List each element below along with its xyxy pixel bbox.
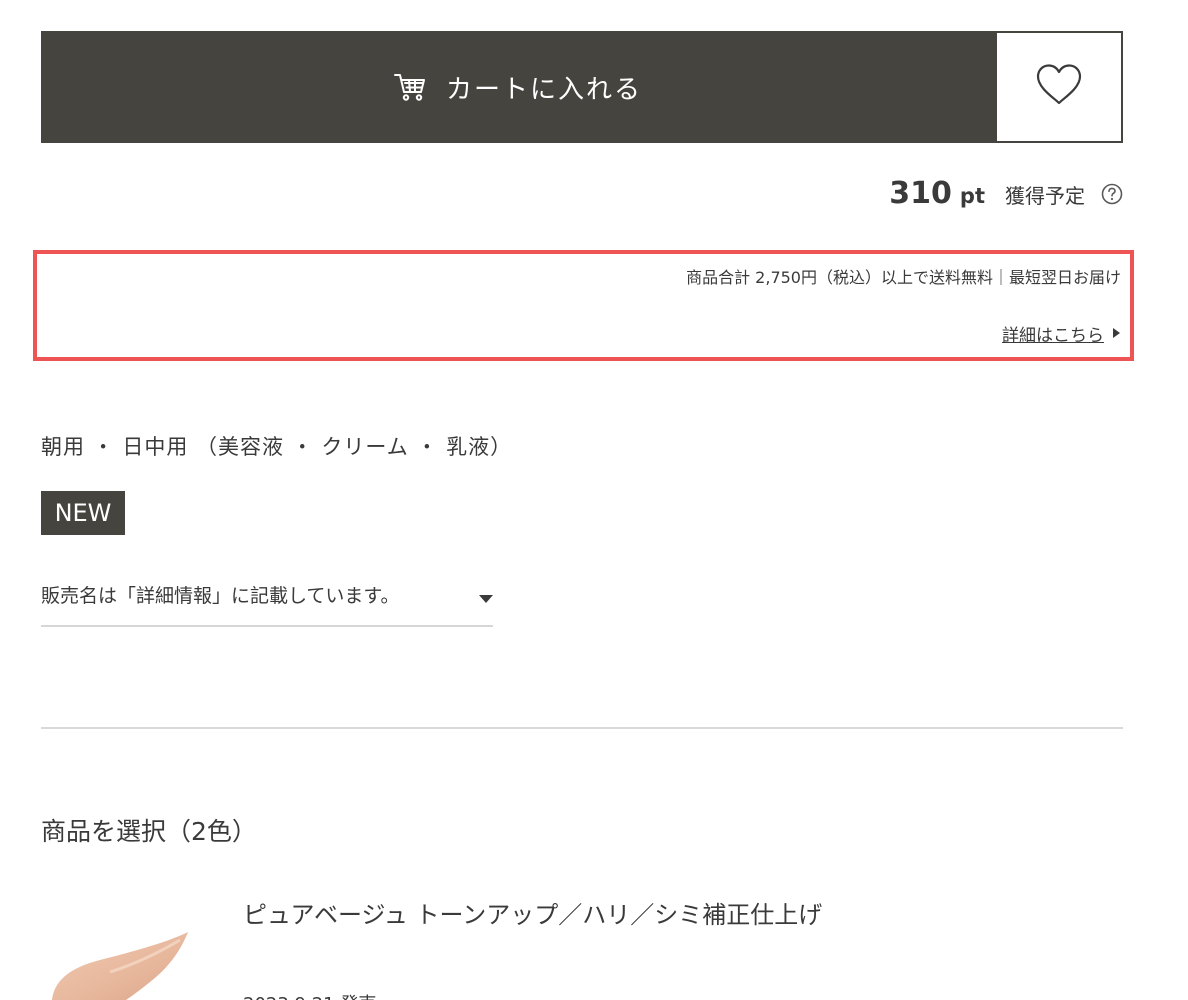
- points-value: 310: [889, 176, 952, 211]
- question-circle-icon[interactable]: [1101, 183, 1123, 205]
- variant-swatch-image[interactable]: [40, 920, 210, 1000]
- earned-points: 310 pt 獲得予定: [889, 176, 1123, 211]
- variant-select-heading: 商品を選択（2色）: [41, 817, 257, 846]
- variant-name[interactable]: ピュアベージュ トーンアップ／ハリ／シミ補正仕上げ: [243, 895, 822, 930]
- shipping-details-link[interactable]: 詳細はこちら: [1002, 321, 1121, 346]
- purchase-actions: カートに入れる: [41, 31, 1123, 143]
- variant-release-date: 2023.9.21 発売: [243, 990, 376, 1000]
- caret-down-icon: [479, 589, 493, 603]
- shipping-info-box: 商品合計 2,750円（税込）以上で送料無料｜最短翌日お届け 詳細はこちら: [33, 250, 1134, 361]
- heart-icon: [1035, 63, 1083, 111]
- sales-name-dropdown[interactable]: 販売名は「詳細情報」に記載しています。: [41, 567, 493, 627]
- product-detail-page: カートに入れる 310 pt 獲得予定 商品合計 2,750円（税込）以上で送料…: [0, 0, 1188, 1000]
- shipping-details-link-text[interactable]: 詳細はこちら: [1002, 321, 1104, 346]
- new-badge: NEW: [41, 491, 125, 535]
- product-category: 朝用 ・ 日中用 （美容液 ・ クリーム ・ 乳液）: [41, 435, 513, 459]
- free-shipping-text: 商品合計 2,750円（税込）以上で送料無料｜最短翌日お届け: [686, 268, 1121, 287]
- cart-icon: [393, 72, 426, 102]
- add-to-cart-button[interactable]: カートに入れる: [41, 31, 995, 143]
- add-to-cart-label: カートに入れる: [445, 74, 642, 105]
- points-unit: pt: [959, 184, 985, 208]
- triangle-right-icon: [1112, 324, 1121, 343]
- section-divider: [41, 727, 1123, 729]
- favorite-button[interactable]: [995, 31, 1123, 143]
- sales-name-label: 販売名は「詳細情報」に記載しています。: [41, 585, 400, 607]
- points-label: 獲得予定: [1005, 184, 1085, 208]
